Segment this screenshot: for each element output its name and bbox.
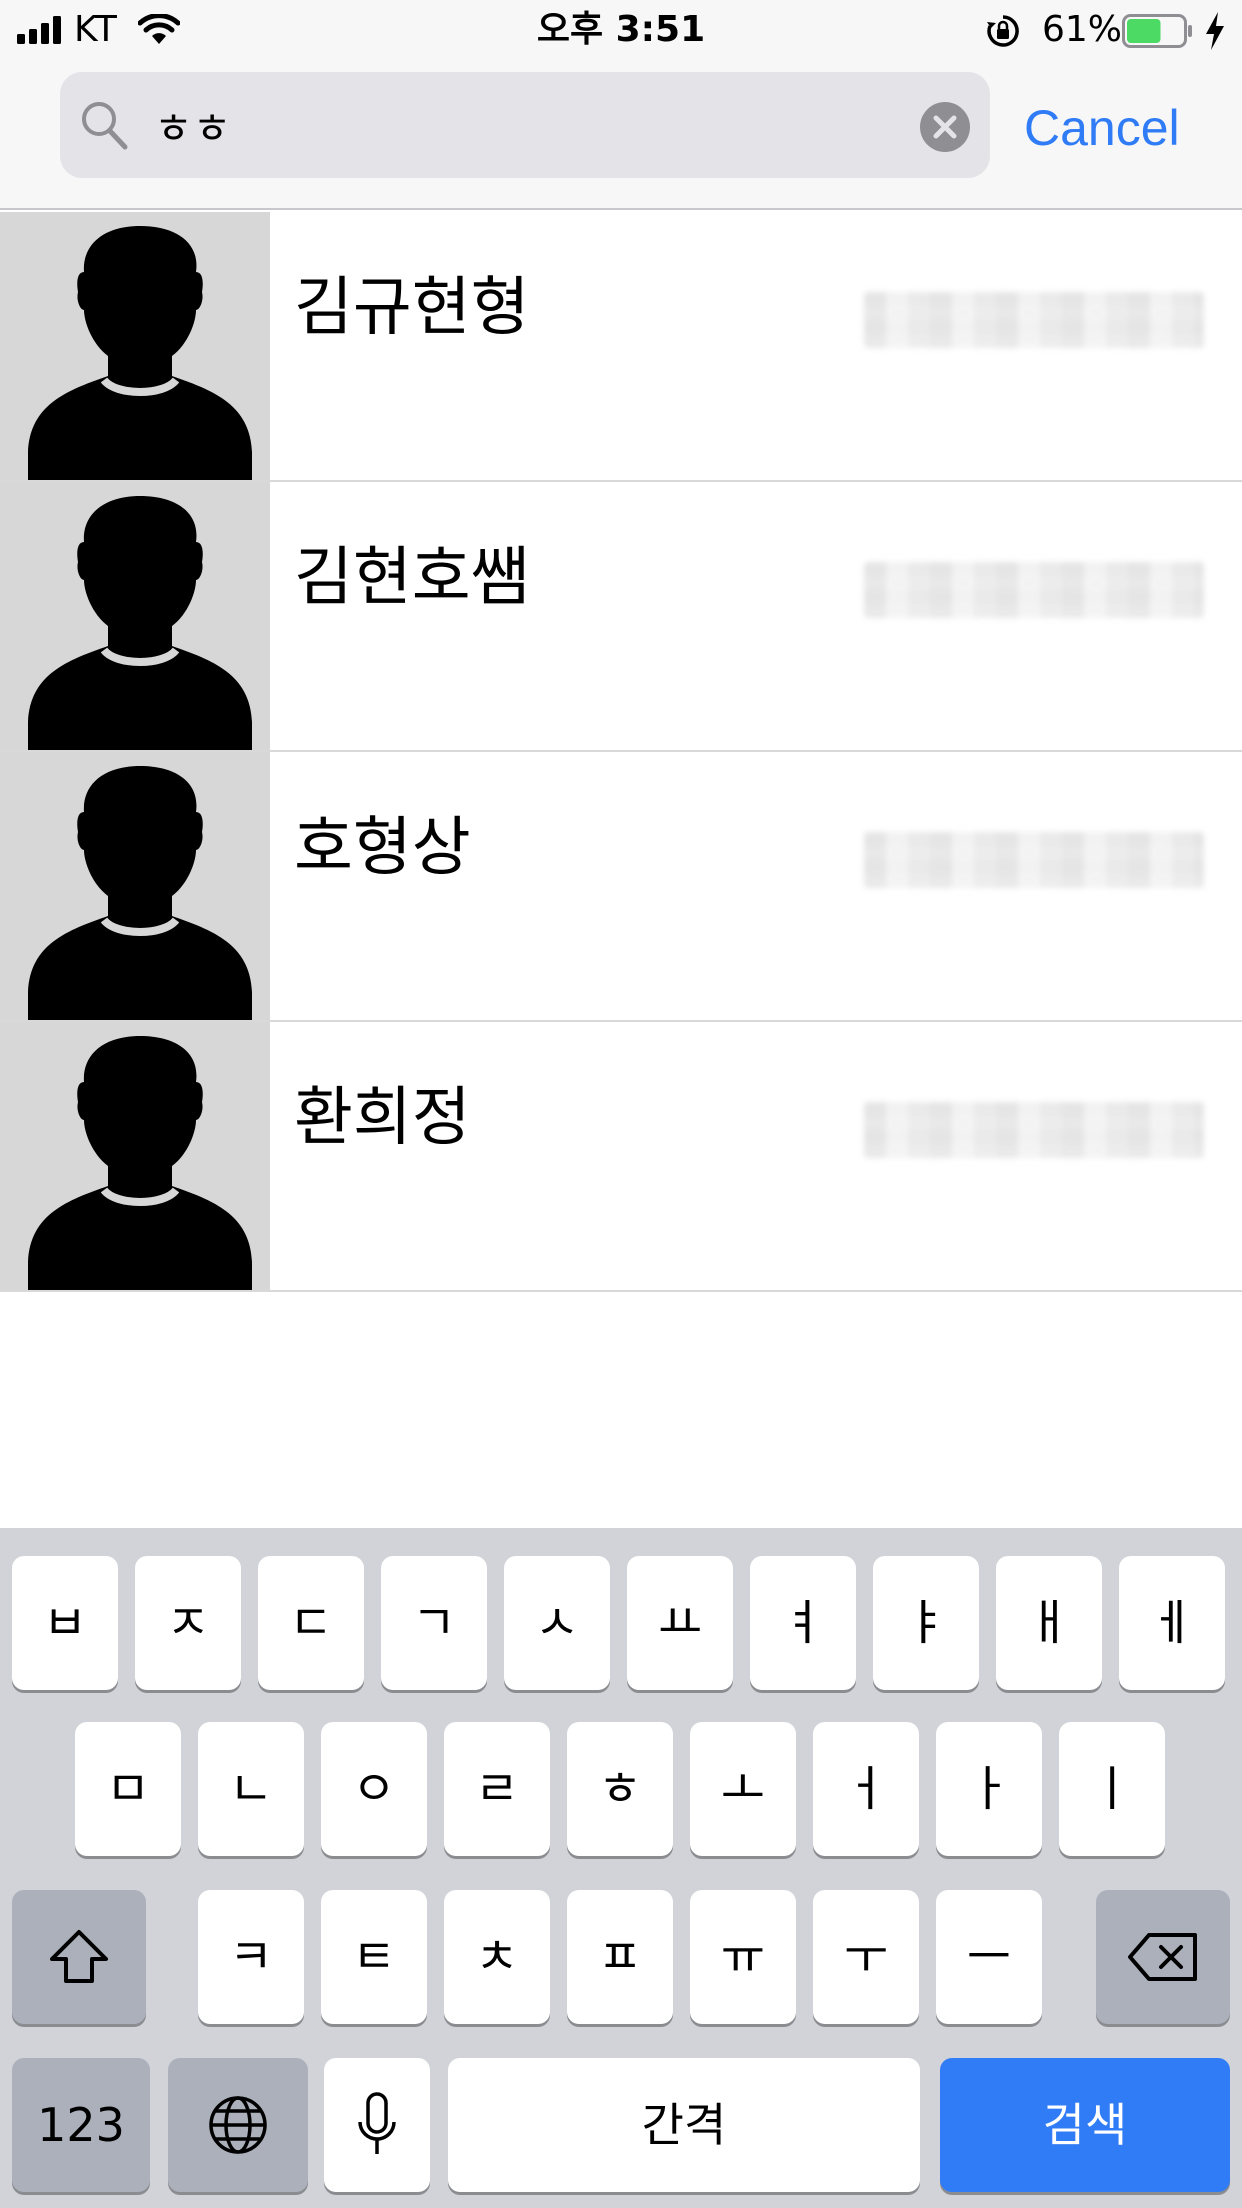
search-key[interactable]: 검색 [940,2058,1230,2192]
backspace-icon [1128,1933,1197,1981]
contact-name: 호형상 [294,811,471,885]
redacted-phone-number [864,832,1204,888]
key-letter[interactable]: ㅐ [996,1556,1102,1690]
key-letter[interactable]: ㅎ [567,1722,673,1856]
results-list: 김규현형김현호쌤호형상환희정 [0,212,1242,1292]
key-letter[interactable]: ㄷ [258,1556,364,1690]
close-icon [933,115,957,139]
key-letter[interactable]: ㅕ [750,1556,856,1690]
key-letter[interactable]: ㅠ [690,1890,796,2024]
key-letter[interactable]: ㅂ [12,1556,118,1690]
contact-name: 환희정 [294,1081,471,1155]
avatar [0,212,270,480]
default-avatar-icon [28,766,252,1020]
key-letter[interactable]: ㅊ [444,1890,550,2024]
default-avatar-icon [28,496,252,750]
key-letter[interactable]: ㅜ [813,1890,919,2024]
avatar [0,752,270,1020]
search-input[interactable] [154,88,894,162]
clear-search-button[interactable] [920,102,970,152]
default-avatar-icon [28,226,252,480]
key-letter[interactable]: ㅈ [135,1556,241,1690]
key-letter[interactable]: ㅓ [813,1722,919,1856]
key-letter[interactable]: ㅌ [321,1890,427,2024]
contact-row[interactable]: 호형상 [0,752,1242,1022]
shift-key[interactable] [12,1890,146,2024]
battery-icon [1122,14,1192,48]
key-letter[interactable]: ㄱ [381,1556,487,1690]
key-letter[interactable]: ㅡ [936,1890,1042,2024]
contact-row[interactable]: 김현호쌤 [0,482,1242,752]
charging-bolt-icon [1206,12,1224,50]
space-key[interactable]: 간격 [448,2058,920,2192]
avatar [0,1022,270,1290]
key-letter[interactable]: ㅅ [504,1556,610,1690]
key-letter[interactable]: ㅍ [567,1890,673,2024]
shift-icon [50,1930,108,1983]
delete-key[interactable] [1096,1890,1230,2024]
contact-row[interactable]: 환희정 [0,1022,1242,1292]
contact-row[interactable]: 김규현형 [0,212,1242,482]
dictation-key[interactable] [324,2058,430,2192]
key-letter[interactable]: ㅑ [873,1556,979,1690]
numbers-key[interactable]: 123 [12,2058,150,2192]
microphone-icon [358,2092,396,2154]
redacted-phone-number [864,292,1204,348]
key-letter[interactable]: ㅣ [1059,1722,1165,1856]
status-bar: KT 오후 3:51 61% [0,0,1242,62]
avatar [0,482,270,750]
key-letter[interactable]: ㅋ [198,1890,304,2024]
globe-key[interactable] [168,2058,308,2192]
key-letter[interactable]: ㅗ [690,1722,796,1856]
default-avatar-icon [28,1036,252,1290]
redacted-phone-number [864,1102,1204,1158]
key-letter[interactable]: ㅔ [1119,1556,1225,1690]
redacted-phone-number [864,562,1204,618]
key-letter[interactable]: ㅏ [936,1722,1042,1856]
search-header: Cancel [0,62,1242,210]
key-letter[interactable]: ㅇ [321,1722,427,1856]
key-letter[interactable]: ㄹ [444,1722,550,1856]
battery-percent: 61% [1042,9,1123,50]
korean-keyboard: ㅂㅈㄷㄱㅅㅛㅕㅑㅐㅔㅁㄴㅇㄹㅎㅗㅓㅏㅣㅋㅌㅊㅍㅠㅜㅡ 123 간격 검색 [0,1528,1242,2208]
key-letter[interactable]: ㅛ [627,1556,733,1690]
cancel-button[interactable]: Cancel [1024,98,1180,158]
key-letter[interactable]: ㅁ [75,1722,181,1856]
key-letter[interactable]: ㄴ [198,1722,304,1856]
contact-name: 김규현형 [294,271,530,345]
search-icon [82,102,128,150]
rotation-lock-icon [987,15,1019,47]
globe-icon [209,2096,267,2154]
contact-name: 김현호쌤 [294,541,530,615]
